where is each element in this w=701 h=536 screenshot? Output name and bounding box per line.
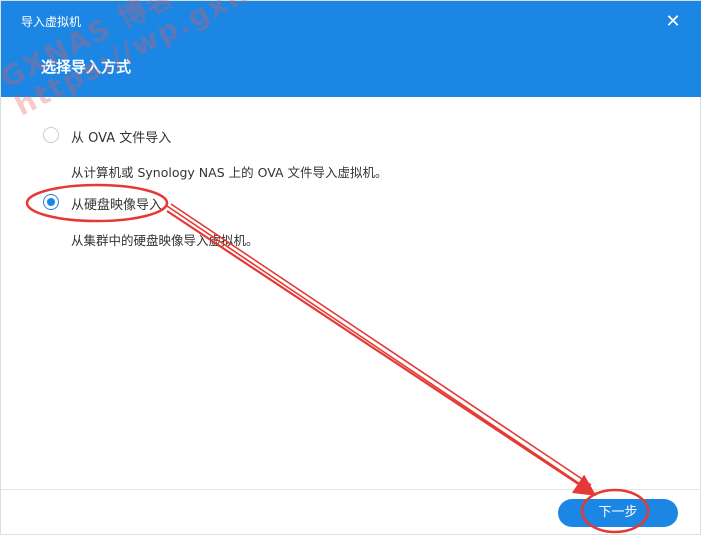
window-title: 导入虚拟机 [21,15,82,29]
import-vm-dialog: 导入虚拟机 ✕ 选择导入方式 GXNAS 博客 https://wp.gxnas… [0,0,701,535]
annotation-arrow-line-c [166,210,597,496]
close-icon[interactable]: ✕ [661,10,685,34]
footer-divider [1,489,701,490]
dialog-header: 导入虚拟机 ✕ 选择导入方式 [1,1,701,97]
option-disk-image-label[interactable]: 从硬盘映像导入 [71,194,162,213]
option-disk-image-description: 从集群中的硬盘映像导入虚拟机。 [71,233,259,248]
radio-disk-image[interactable] [43,194,59,210]
step-title: 选择导入方式 [41,58,132,76]
next-button[interactable]: 下一步 [558,499,678,527]
radio-ova-file[interactable] [43,127,59,143]
option-ova-file-description: 从计算机或 Synology NAS 上的 OVA 文件导入虚拟机。 [71,165,388,180]
option-ova-file-label[interactable]: 从 OVA 文件导入 [71,127,171,146]
